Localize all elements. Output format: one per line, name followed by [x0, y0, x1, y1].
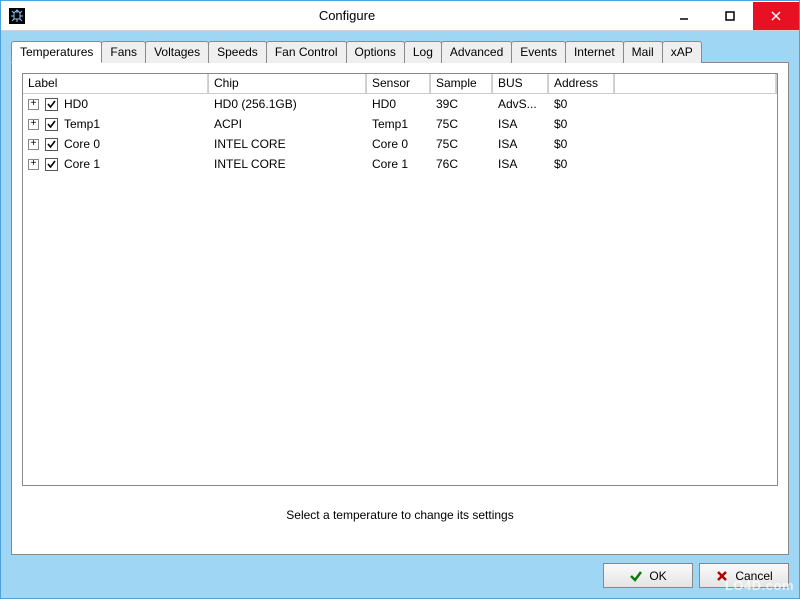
column-header-address[interactable]: Address — [549, 74, 615, 93]
list-item[interactable]: +Core 1INTEL CORECore 176CISA$0 — [23, 154, 777, 174]
checkbox[interactable] — [45, 118, 58, 131]
window-title: Configure — [33, 8, 661, 23]
cell-bus: ISA — [493, 156, 549, 172]
tab-temperatures[interactable]: Temperatures — [11, 41, 102, 63]
cancel-button[interactable]: Cancel — [699, 563, 789, 588]
row-label: Temp1 — [64, 117, 100, 131]
tab-advanced[interactable]: Advanced — [441, 41, 512, 63]
expand-icon[interactable]: + — [28, 159, 39, 170]
column-header-sample[interactable]: Sample — [431, 74, 493, 93]
row-label: Core 0 — [64, 137, 100, 151]
cell-bus: AdvS... — [493, 96, 549, 112]
tab-mail[interactable]: Mail — [623, 41, 663, 63]
tab-speeds[interactable]: Speeds — [208, 41, 267, 63]
column-header-sensor[interactable]: Sensor — [367, 74, 431, 93]
checkbox[interactable] — [45, 98, 58, 111]
cell-label: + HD0 — [23, 96, 209, 112]
cell-sensor: HD0 — [367, 96, 431, 112]
cell-chip: INTEL CORE — [209, 156, 367, 172]
row-label: Core 1 — [64, 157, 100, 171]
titlebar: Configure — [1, 1, 799, 31]
app-icon — [9, 8, 25, 24]
checkbox[interactable] — [45, 158, 58, 171]
cell-sample: 75C — [431, 116, 493, 132]
ok-button[interactable]: OK — [603, 563, 693, 588]
cell-sample: 39C — [431, 96, 493, 112]
tab-voltages[interactable]: Voltages — [145, 41, 209, 63]
expand-icon[interactable]: + — [28, 119, 39, 130]
window-frame: Configure TemperaturesFansVoltagesSpeeds… — [0, 0, 800, 599]
cell-sensor: Core 1 — [367, 156, 431, 172]
cell-address: $0 — [549, 96, 615, 112]
cell-address: $0 — [549, 116, 615, 132]
cell-chip: ACPI — [209, 116, 367, 132]
tab-xap[interactable]: xAP — [662, 41, 702, 63]
cell-sensor: Core 0 — [367, 136, 431, 152]
expand-icon[interactable]: + — [28, 99, 39, 110]
cell-chip: HD0 (256.1GB) — [209, 96, 367, 112]
list-item[interactable]: +HD0HD0 (256.1GB)HD039CAdvS...$0 — [23, 94, 777, 114]
column-header-spacer — [615, 74, 777, 93]
cancel-label: Cancel — [735, 569, 772, 583]
tab-options[interactable]: Options — [346, 41, 405, 63]
client-area: TemperaturesFansVoltagesSpeedsFan Contro… — [1, 31, 799, 598]
cell-chip: INTEL CORE — [209, 136, 367, 152]
tab-content: LabelChipSensorSampleBUSAddress +HD0HD0 … — [11, 62, 789, 555]
column-header-label[interactable]: Label — [23, 74, 209, 93]
cancel-icon — [715, 569, 729, 583]
tab-fans[interactable]: Fans — [101, 41, 146, 63]
hint-text: Select a temperature to change its setti… — [22, 486, 778, 544]
list-item[interactable]: +Temp1ACPITemp175CISA$0 — [23, 114, 777, 134]
ok-label: OK — [649, 569, 666, 583]
column-header-chip[interactable]: Chip — [209, 74, 367, 93]
tab-events[interactable]: Events — [511, 41, 566, 63]
cell-bus: ISA — [493, 136, 549, 152]
cell-sensor: Temp1 — [367, 116, 431, 132]
check-icon — [629, 569, 643, 583]
cell-address: $0 — [549, 156, 615, 172]
expand-icon[interactable]: + — [28, 139, 39, 150]
cell-sample: 75C — [431, 136, 493, 152]
cell-sample: 76C — [431, 156, 493, 172]
list-item[interactable]: +Core 0INTEL CORECore 075CISA$0 — [23, 134, 777, 154]
column-header-bus[interactable]: BUS — [493, 74, 549, 93]
tab-internet[interactable]: Internet — [565, 41, 624, 63]
checkbox[interactable] — [45, 138, 58, 151]
row-label: HD0 — [64, 97, 88, 111]
list-header: LabelChipSensorSampleBUSAddress — [23, 74, 777, 94]
cell-bus: ISA — [493, 116, 549, 132]
tab-log[interactable]: Log — [404, 41, 442, 63]
cell-label: + Core 0 — [23, 136, 209, 152]
maximize-button[interactable] — [707, 2, 753, 30]
cell-label: + Core 1 — [23, 156, 209, 172]
button-bar: OK Cancel — [11, 555, 789, 588]
cell-label: + Temp1 — [23, 116, 209, 132]
close-button[interactable] — [753, 2, 799, 30]
tab-fan-control[interactable]: Fan Control — [266, 41, 347, 63]
minimize-button[interactable] — [661, 2, 707, 30]
temperature-list: LabelChipSensorSampleBUSAddress +HD0HD0 … — [22, 73, 778, 486]
cell-address: $0 — [549, 136, 615, 152]
window-controls — [661, 2, 799, 30]
list-body: +HD0HD0 (256.1GB)HD039CAdvS...$0+Temp1AC… — [23, 94, 777, 485]
tab-strip: TemperaturesFansVoltagesSpeedsFan Contro… — [11, 41, 789, 63]
